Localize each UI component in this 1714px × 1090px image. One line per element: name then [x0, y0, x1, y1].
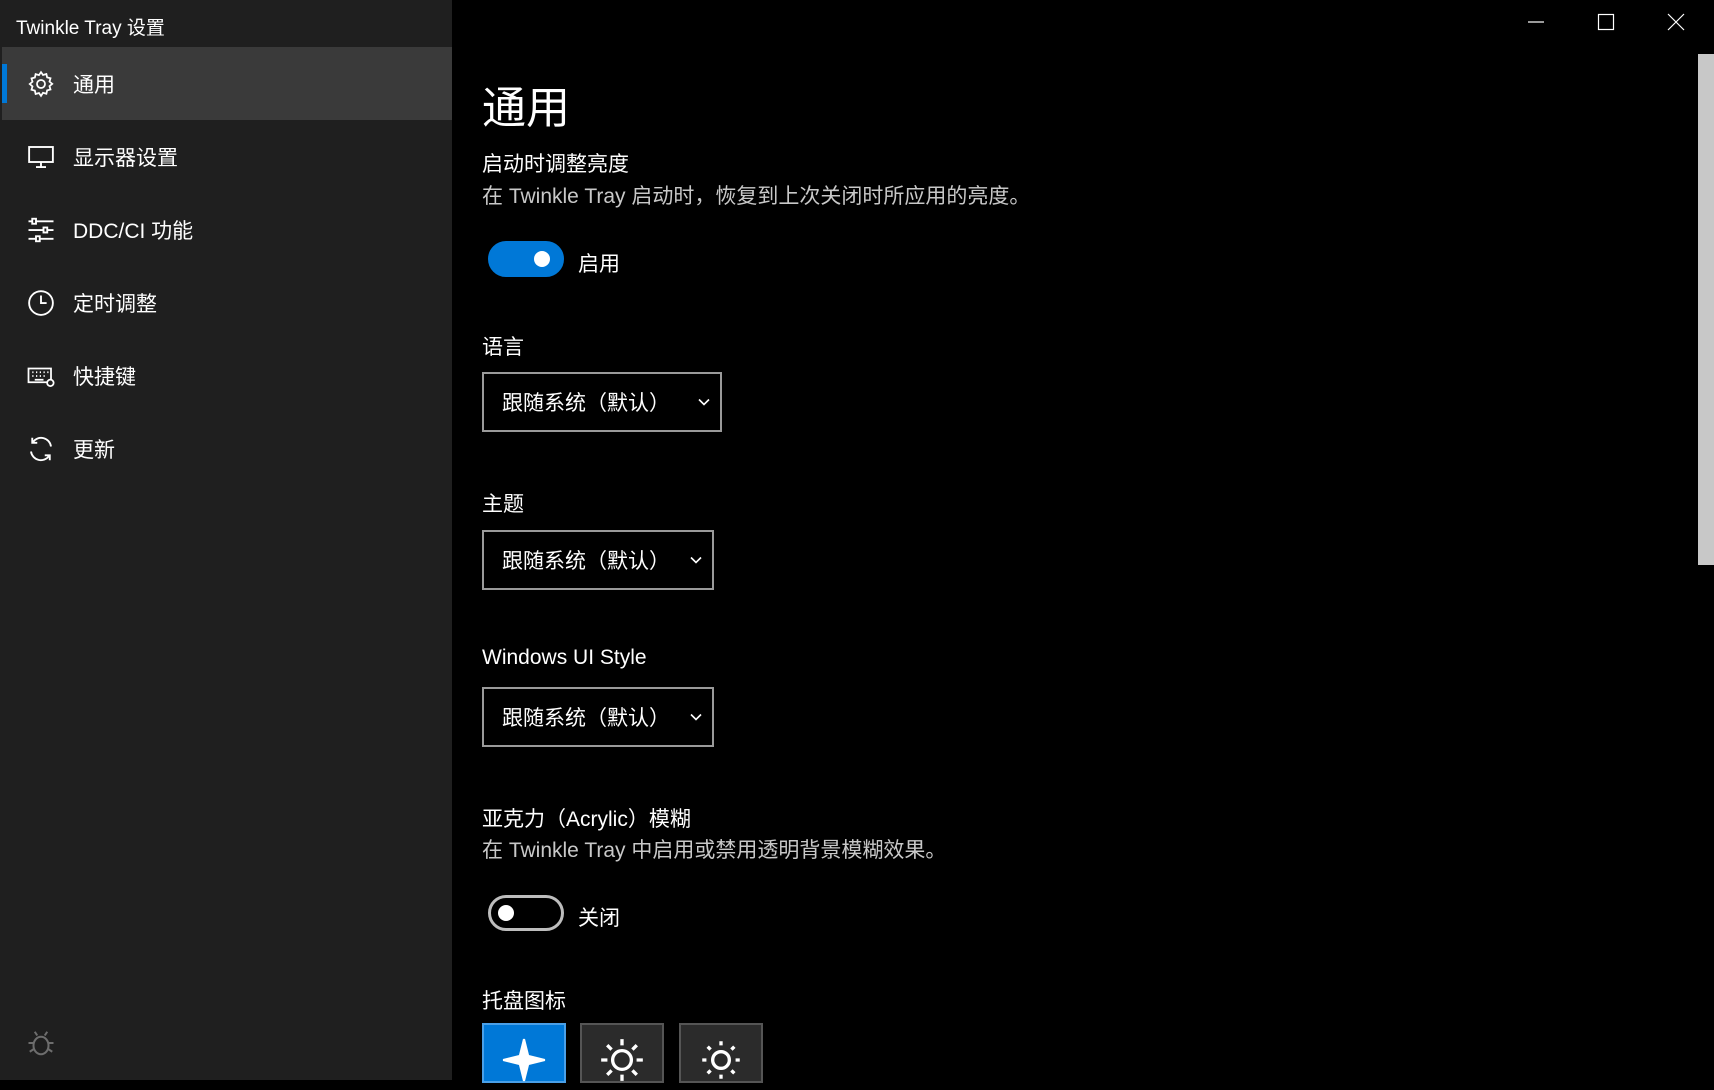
- window-title: Twinkle Tray 设置: [16, 18, 165, 39]
- settings-window: Twinkle Tray 设置 通用 显示器设置 DDC/CI 功能 定时调整 …: [0, 0, 1714, 1083]
- ui-style-select[interactable]: 跟随系统（默认）: [482, 687, 714, 747]
- tray-icon-title: 托盘图标: [482, 990, 566, 1013]
- sidebar-item-label: 显示器设置: [73, 146, 178, 170]
- sun-outline-icon: [696, 1025, 746, 1090]
- sidebar-item-updates[interactable]: 更新: [2, 412, 452, 485]
- chevron-down-icon: [696, 394, 712, 410]
- sparkle-icon: [499, 1025, 549, 1090]
- scrollbar-thumb[interactable]: [1698, 54, 1714, 565]
- main-content: 通用 启动时调整亮度 在 Twinkle Tray 启动时，恢复到上次关闭时所应…: [482, 0, 1682, 1083]
- sidebar-item-hotkeys[interactable]: 快捷键: [2, 339, 452, 412]
- keyboard-icon: [24, 359, 58, 393]
- acrylic-toggle-label: 关闭: [578, 907, 620, 930]
- sidebar-item-label: 快捷键: [73, 365, 136, 389]
- acrylic-description: 在 Twinkle Tray 中启用或禁用透明背景模糊效果。: [482, 839, 947, 862]
- theme-title: 主题: [482, 493, 524, 516]
- tray-icon-option-sparkle[interactable]: [482, 1023, 566, 1083]
- toggle-knob: [534, 251, 550, 267]
- sliders-icon: [24, 213, 58, 247]
- sun-icon: [597, 1025, 647, 1090]
- sidebar-item-label: 通用: [73, 73, 115, 97]
- acrylic-toggle[interactable]: [488, 895, 564, 931]
- ui-style-select-value: 跟随系统（默认）: [502, 707, 670, 730]
- toggle-knob: [498, 905, 514, 921]
- sidebar-item-label: 更新: [73, 438, 115, 462]
- startup-brightness-title: 启动时调整亮度: [482, 153, 629, 176]
- ui-style-title: Windows UI Style: [482, 646, 647, 669]
- language-select[interactable]: 跟随系统（默认）: [482, 372, 722, 432]
- sidebar-item-monitors[interactable]: 显示器设置: [2, 120, 452, 193]
- tray-icon-option-sun[interactable]: [580, 1023, 664, 1083]
- sidebar: Twinkle Tray 设置 通用 显示器设置 DDC/CI 功能 定时调整 …: [0, 0, 452, 1080]
- language-select-value: 跟随系统（默认）: [502, 392, 670, 415]
- acrylic-title: 亚克力（Acrylic）模糊: [482, 808, 691, 831]
- sidebar-item-schedule[interactable]: 定时调整: [2, 266, 452, 339]
- theme-select[interactable]: 跟随系统（默认）: [482, 530, 714, 590]
- startup-brightness-toggle-label: 启用: [578, 253, 620, 276]
- language-title: 语言: [482, 336, 524, 359]
- sidebar-item-general[interactable]: 通用: [2, 47, 452, 120]
- startup-brightness-toggle[interactable]: [488, 241, 564, 277]
- theme-select-value: 跟随系统（默认）: [502, 550, 670, 573]
- bug-icon[interactable]: [26, 1028, 56, 1058]
- chevron-down-icon: [688, 709, 704, 725]
- chevron-down-icon: [688, 552, 704, 568]
- refresh-icon: [24, 432, 58, 466]
- gear-icon: [24, 67, 58, 101]
- page-title: 通用: [482, 84, 570, 133]
- tray-icon-option-sun-outline[interactable]: [679, 1023, 763, 1083]
- sidebar-item-label: 定时调整: [73, 292, 157, 316]
- clock-icon: [24, 286, 58, 320]
- startup-brightness-description: 在 Twinkle Tray 启动时，恢复到上次关闭时所应用的亮度。: [482, 185, 1031, 208]
- sidebar-item-label: DDC/CI 功能: [73, 219, 194, 243]
- sidebar-item-ddcci[interactable]: DDC/CI 功能: [2, 193, 452, 266]
- monitor-icon: [24, 140, 58, 174]
